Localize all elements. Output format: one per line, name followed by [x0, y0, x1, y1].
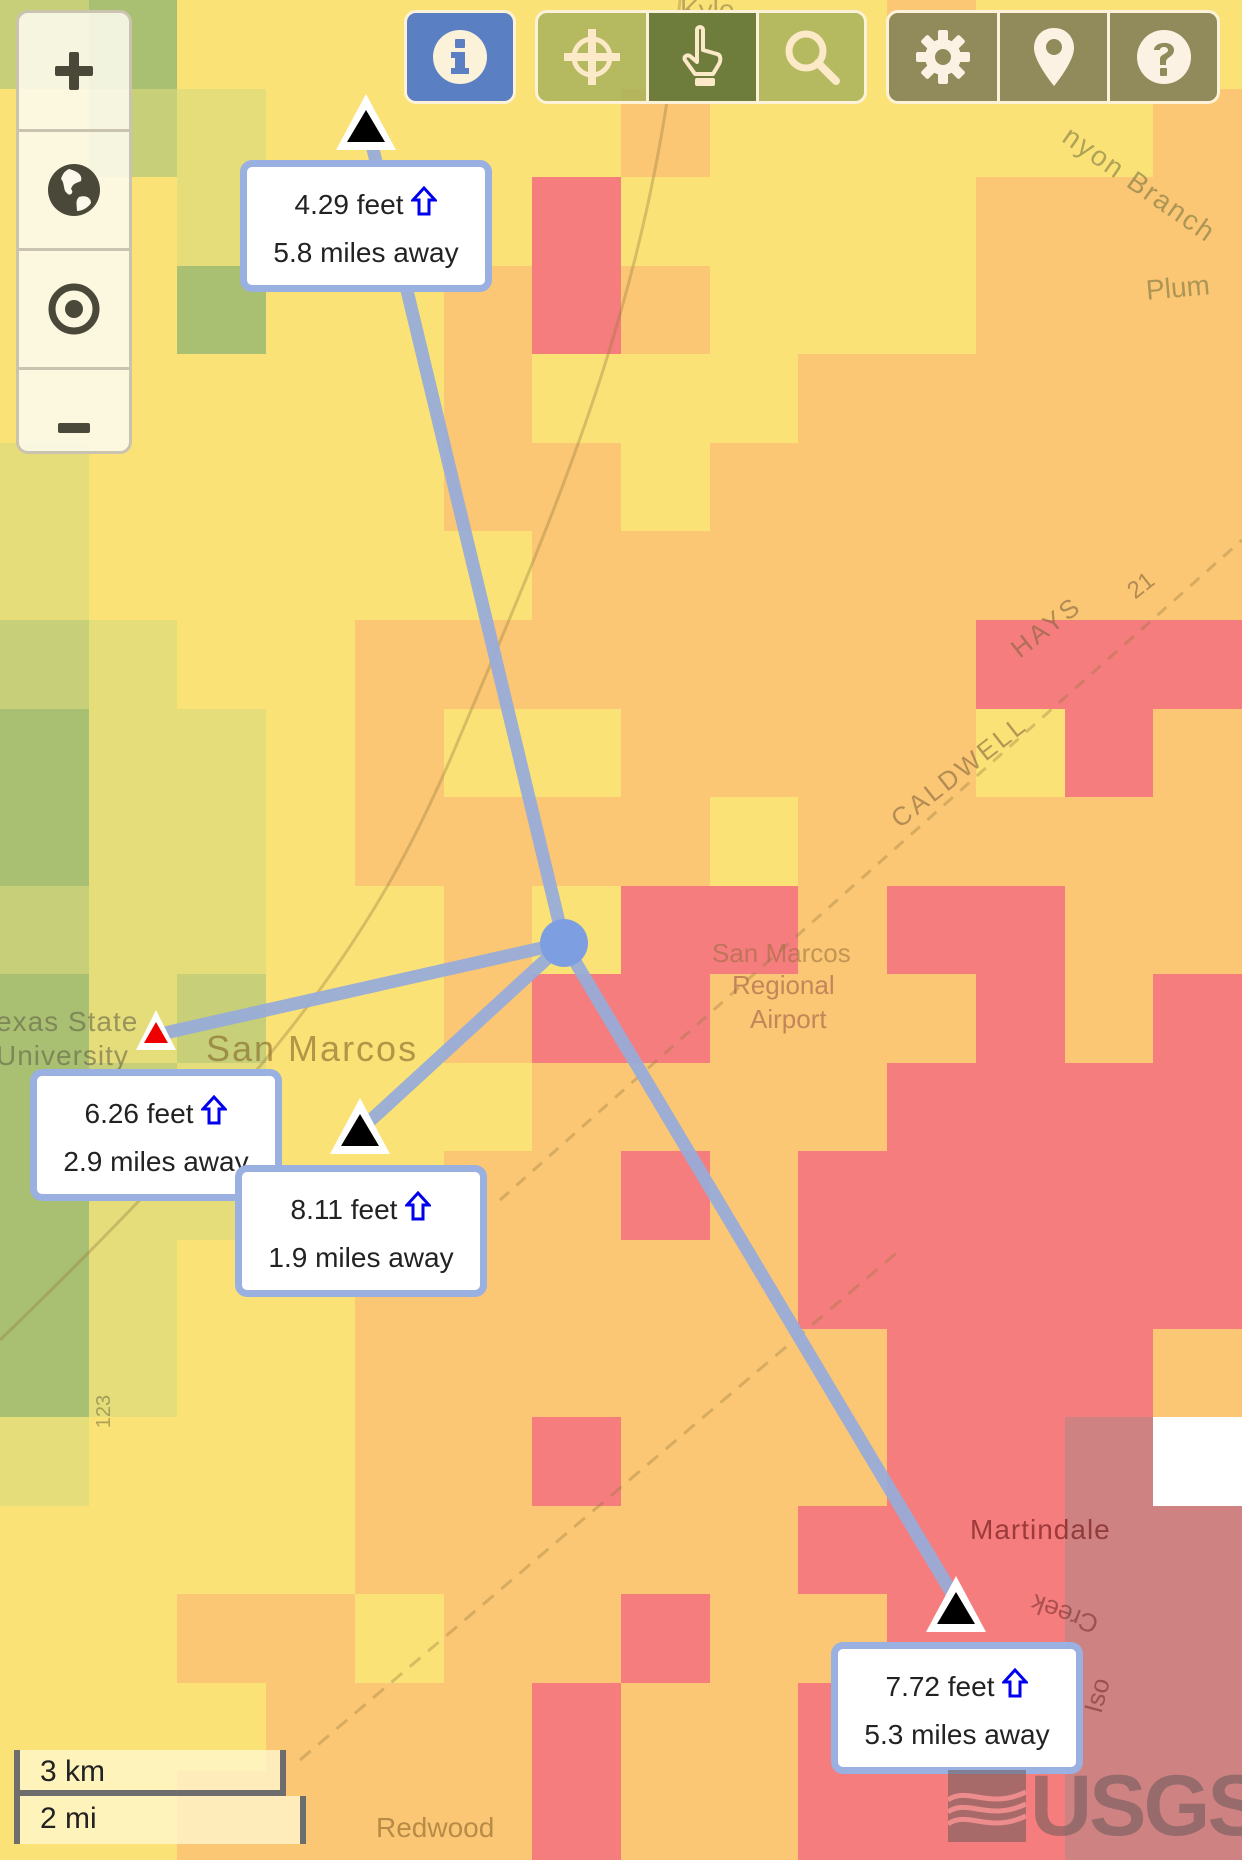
station-popup-southeast[interactable]: 7.72 feet 5.3 miles away: [831, 1642, 1083, 1774]
zoom-control-bar: [16, 10, 132, 454]
scale-bar-imperial: 2 mi: [14, 1796, 306, 1844]
water-level-value: 8.11 feet: [290, 1194, 398, 1225]
connection-overlay: [0, 0, 1242, 1762]
station-marker-southeast: [926, 1576, 986, 1632]
road-line: [299, 1248, 901, 1762]
water-level-value: 4.29 feet: [294, 189, 404, 220]
help-button[interactable]: [1107, 13, 1217, 101]
rising-arrow-icon: [405, 1191, 432, 1221]
crosshair-tool-button[interactable]: [538, 13, 646, 101]
scale-bar-metric: 3 km: [14, 1750, 286, 1796]
map-pin-icon: [1033, 28, 1074, 86]
map-canvas[interactable]: Kyle nyon Branch Plum HAYS 21 CALDWELL S…: [0, 0, 1242, 1860]
hand-pointer-icon: [682, 25, 722, 86]
crosshair-icon: [564, 29, 620, 85]
station-popup-north[interactable]: 4.29 feet 5.8 miles away: [240, 160, 492, 292]
info-tool-group: [404, 10, 516, 104]
distance-value: 1.9 miles away: [268, 1242, 454, 1273]
search-tool-button[interactable]: [756, 13, 864, 101]
usgs-logo: USGS: [948, 1758, 1242, 1854]
zoom-in-button[interactable]: [19, 13, 129, 132]
full-extent-button[interactable]: [19, 132, 129, 251]
target-icon: [48, 283, 100, 335]
question-icon: [1136, 30, 1191, 84]
rising-arrow-icon: [411, 186, 438, 216]
gear-icon: [916, 30, 970, 84]
rising-arrow-icon: [201, 1095, 228, 1125]
line-to-west-station: [149, 936, 571, 1042]
line-to-southeast-station: [557, 936, 963, 1607]
settings-tool-group: [886, 10, 1220, 104]
distance-value: 5.8 miles away: [273, 237, 459, 268]
plus-icon: [55, 52, 93, 90]
usgs-logo-text: USGS: [1030, 1758, 1242, 1854]
settings-button[interactable]: [889, 13, 997, 101]
zoom-out-button[interactable]: [19, 370, 129, 451]
usgs-wave-icon: [948, 1770, 1026, 1842]
minus-icon: [58, 423, 90, 433]
rising-arrow-icon: [1002, 1668, 1029, 1698]
locate-button[interactable]: [19, 251, 129, 370]
info-button[interactable]: [407, 13, 513, 101]
water-level-value: 7.72 feet: [885, 1671, 995, 1702]
distance-value: 5.3 miles away: [864, 1719, 1050, 1750]
road-line: [499, 538, 1242, 1202]
info-icon: [433, 30, 487, 84]
search-icon: [785, 30, 840, 85]
station-marker-north: [336, 94, 396, 150]
globe-icon: [48, 164, 100, 216]
scale-imperial-label: 2 mi: [40, 1802, 97, 1835]
map-tool-group: [535, 10, 867, 104]
scale-metric-label: 3 km: [40, 1755, 106, 1788]
pointer-tool-button[interactable]: [646, 13, 756, 101]
selected-point-marker: [540, 919, 588, 967]
station-popup-southwest[interactable]: 8.11 feet 1.9 miles away: [235, 1165, 487, 1297]
add-marker-button[interactable]: [997, 13, 1107, 101]
water-level-value: 6.26 feet: [84, 1098, 194, 1129]
